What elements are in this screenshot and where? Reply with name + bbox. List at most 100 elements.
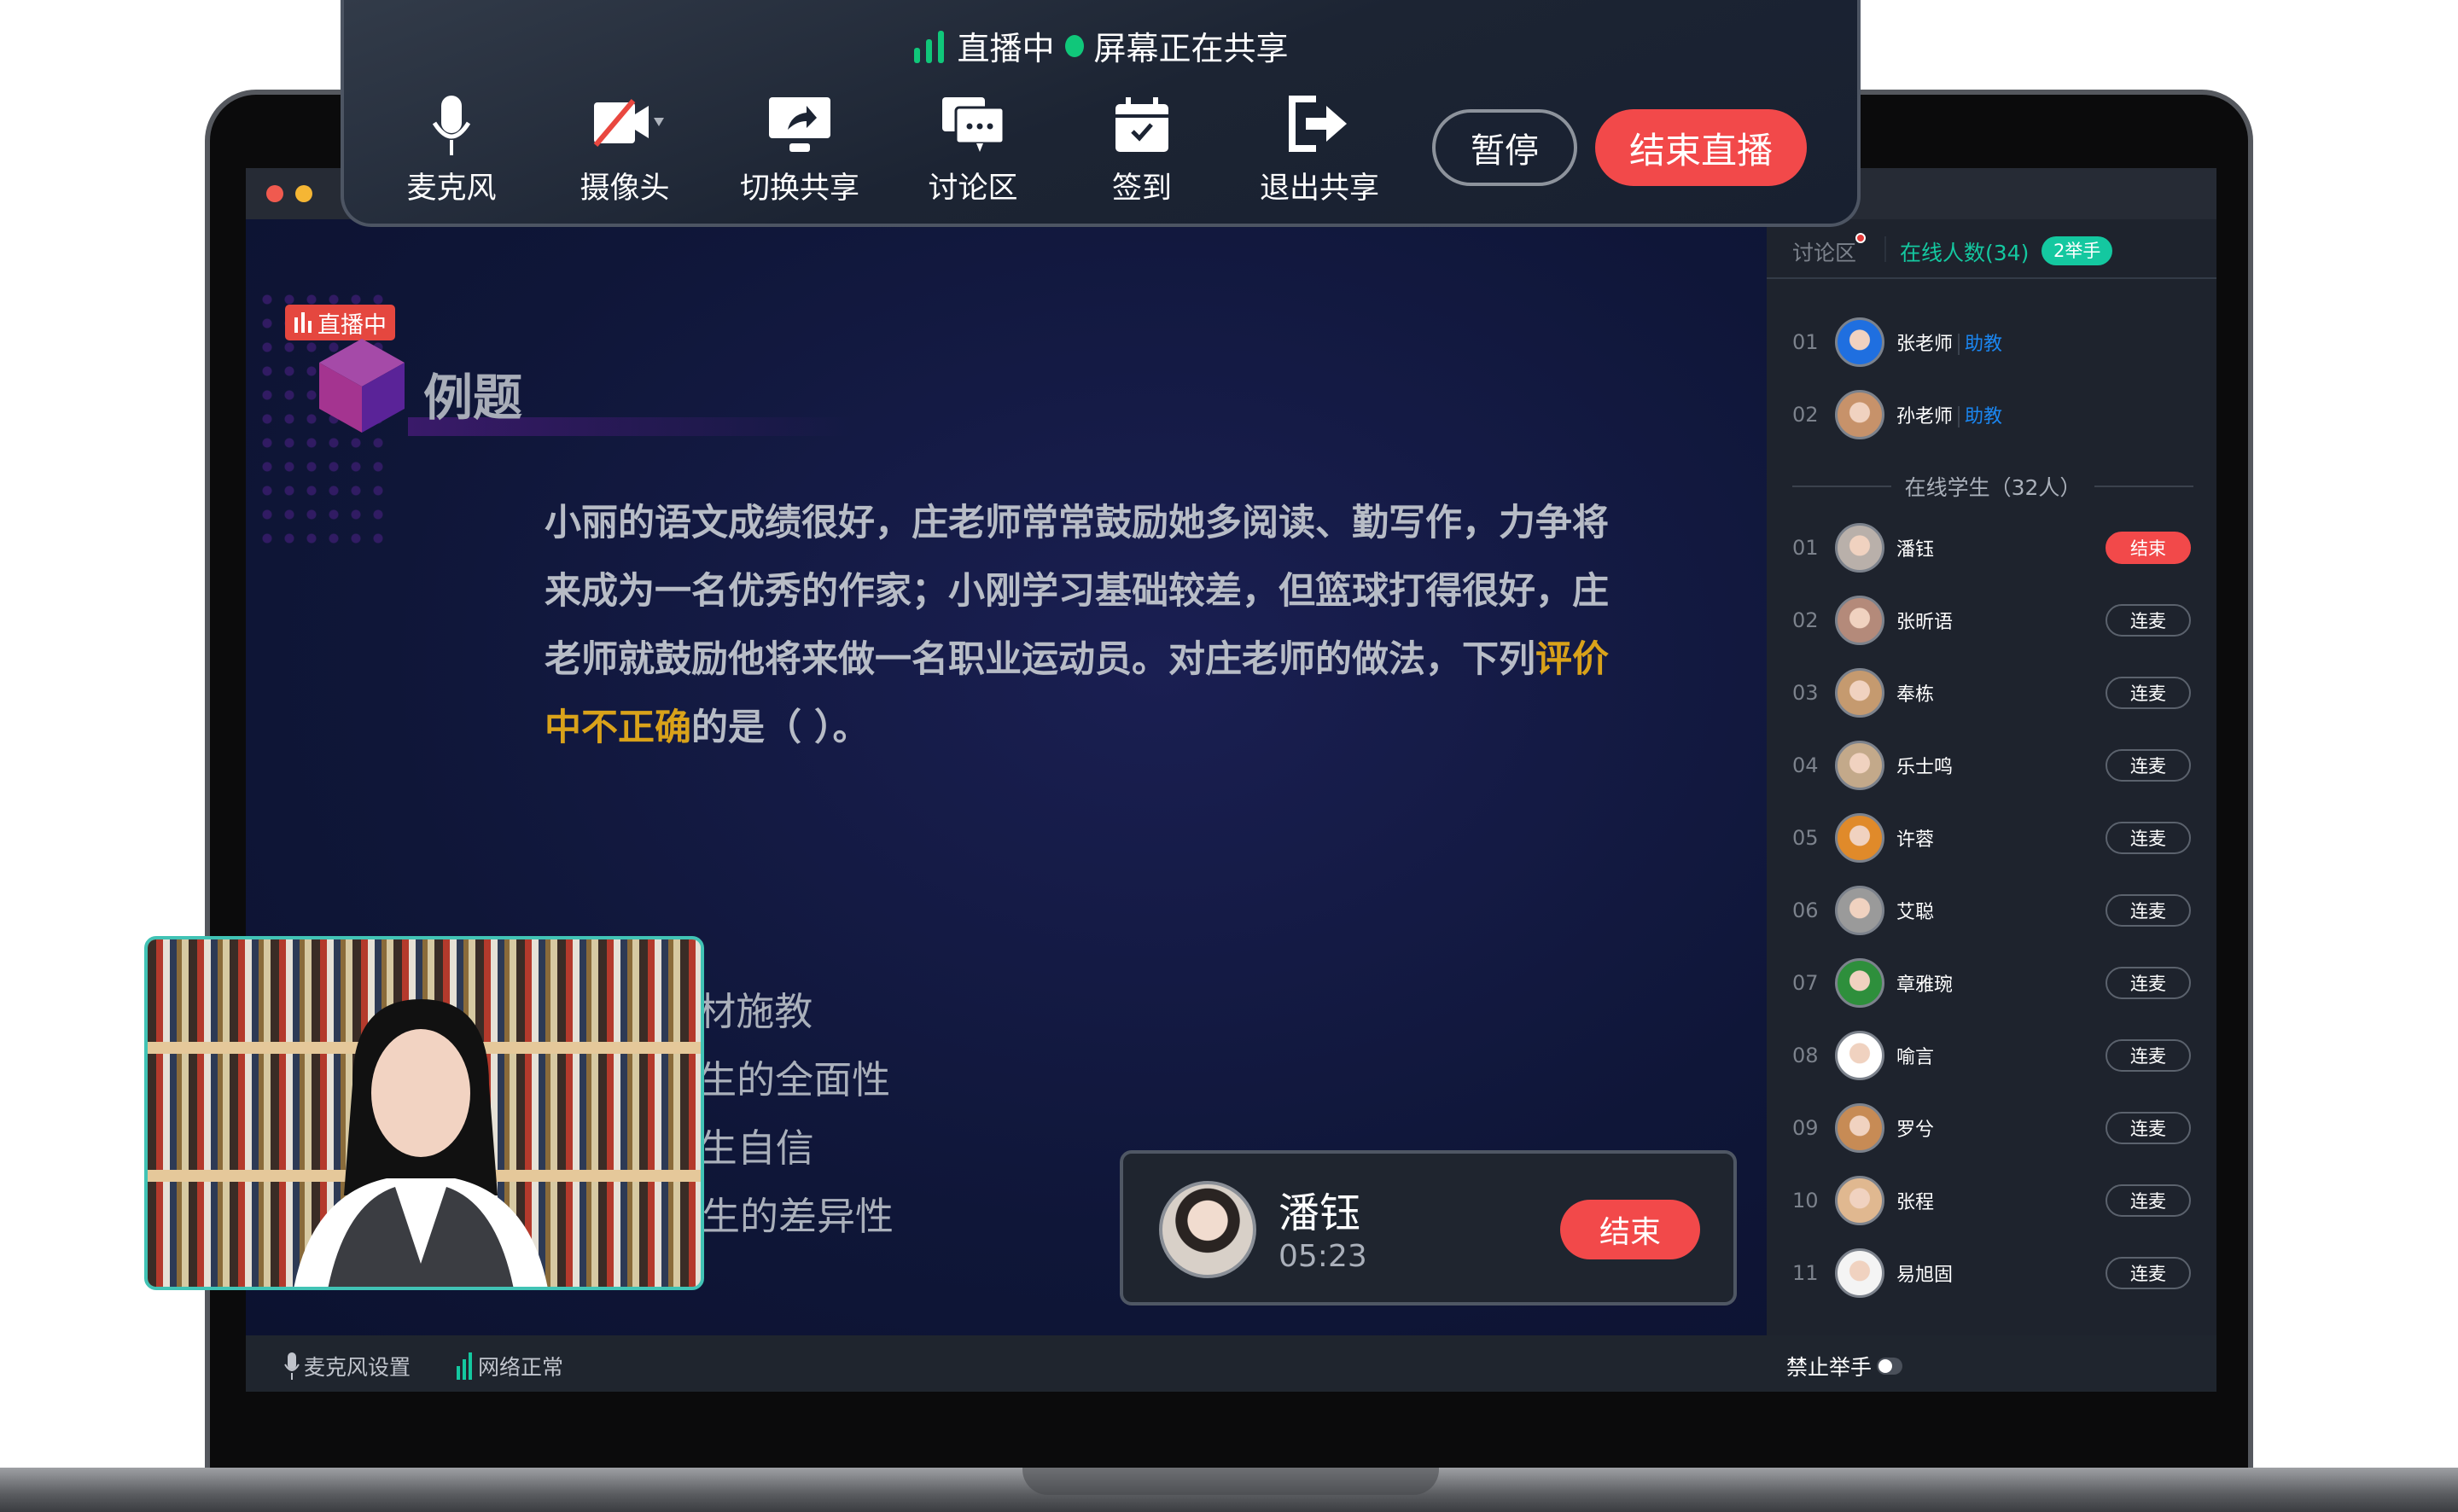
row-number: 02 [1792,403,1819,427]
end-call-button[interactable]: 结束 [1560,1200,1700,1259]
avatar [1835,1103,1884,1153]
sidebar: 讨论区 在线人数(34) 2举手 01 张老师 助教 02 孙老师 助教 在线学生（32人… [1767,219,2216,1335]
row-number: 11 [1792,1261,1819,1285]
raise-hand-badge[interactable]: 2举手 [2042,236,2113,265]
row-number: 05 [1792,826,1819,850]
row-number: 01 [1792,536,1819,560]
row-number: 10 [1792,1189,1819,1213]
calendar-check-icon [1115,97,1168,152]
call-timer: 05:23 [1279,1239,1367,1274]
student-row: 05 许蓉 连麦 [1767,808,2216,868]
student-row: 04 乐士鸣 连麦 [1767,736,2216,795]
connect-mic-button[interactable]: 连麦 [2106,1112,2191,1144]
teacher-row: 01 张老师 助教 [1767,312,2216,372]
ban-raise-toggle[interactable]: 禁止举手 [1786,1351,1903,1381]
connect-mic-button[interactable]: 连麦 [2106,1039,2191,1072]
live-toolbar: 直播中 屏幕正在共享 麦克风 摄像头 切换共享 讨论区 签到 退出共享 暂停 结… [341,0,1861,227]
discussion-button[interactable]: 讨论区 [909,96,1037,207]
pause-button[interactable]: 暂停 [1432,109,1577,186]
signal-icon [294,312,312,333]
tab-chat[interactable]: 讨论区 [1792,236,1856,267]
switch-share-icon [769,97,830,152]
students-header: 在线学生（32人） [1792,471,2193,502]
teacher-camera-video[interactable] [144,936,704,1290]
avatar [1835,523,1884,573]
row-number: 07 [1792,971,1819,995]
avatar [1835,1248,1884,1298]
student-row: 11 易旭固 连麦 [1767,1243,2216,1303]
avatar [1835,596,1884,645]
cube-icon [319,339,405,433]
network-status: 网络正常 [456,1351,563,1381]
row-number: 08 [1792,1044,1819,1067]
microphone-icon [432,96,471,155]
live-tag: 直播中 [285,305,395,340]
row-number: 01 [1792,330,1819,354]
role-label: 助教 [1958,334,2003,355]
connect-mic-button[interactable]: 连麦 [2106,677,2191,709]
row-number: 06 [1792,898,1819,922]
microphone-button[interactable]: 麦克风 [387,96,515,207]
student-row: 09 罗兮 连麦 [1767,1098,2216,1158]
teacher-figure [294,999,548,1287]
student-row: 08 喻言 连麦 [1767,1026,2216,1085]
avatar [1835,741,1884,790]
avatar [1835,958,1884,1008]
exit-share-icon [1289,96,1347,152]
exit-share-button[interactable]: 退出共享 [1255,96,1383,207]
network-signal-icon [457,1352,472,1380]
avatar [1835,1031,1884,1080]
caller-name: 潘钰 [1279,1189,1361,1237]
connect-mic-button[interactable]: 连麦 [2106,967,2191,999]
end-live-button[interactable]: 结束直播 [1595,109,1807,186]
avatar [1835,668,1884,718]
slide-title: 例题 [423,369,523,427]
signal-icon [914,30,945,63]
teacher-name: 孙老师 助教 [1896,406,2003,427]
role-label: 助教 [1958,406,2003,427]
row-number: 03 [1792,681,1819,705]
close-window-button[interactable] [266,185,283,202]
minimize-window-button[interactable] [295,185,312,202]
connect-mic-button[interactable]: 连麦 [2106,604,2191,637]
student-row: 07 章雅琬 连麦 [1767,953,2216,1013]
avatar [1835,1176,1884,1225]
student-row: 03 奉栋 连麦 [1767,663,2216,723]
connect-mic-button[interactable]: 连麦 [2106,822,2191,854]
teacher-row: 02 孙老师 助教 [1767,385,2216,445]
camera-button[interactable]: 摄像头 [561,96,689,207]
avatar [1835,390,1884,439]
active-call-card: 潘钰 05:23 结束 [1120,1150,1737,1306]
laptop-notch [1022,1468,1439,1495]
connect-mic-button[interactable]: 连麦 [2106,1257,2191,1289]
row-number: 09 [1792,1116,1819,1140]
connect-mic-button[interactable]: 连麦 [2106,749,2191,782]
live-tag-label: 直播中 [317,311,387,339]
sidebar-tabs: 讨论区 在线人数(34) 2举手 [1767,219,2216,279]
live-status: 直播中 屏幕正在共享 [344,22,1857,69]
mic-settings-button[interactable]: 麦克风设置 [283,1351,411,1381]
question-text: 小丽的语文成绩很好，庄老师常常鼓励她多阅读、勤写作，力争将来成为一名优秀的作家；… [545,502,1609,749]
switch-share-button[interactable]: 切换共享 [736,96,864,207]
sharing-dot [1064,34,1084,57]
camera-off-icon [593,99,664,147]
unread-dot [1855,233,1866,243]
avatar [1835,317,1884,367]
chat-icon [942,97,1005,152]
tab-divider [1884,236,1886,262]
connect-mic-button[interactable]: 连麦 [2106,894,2191,927]
connect-mic-button[interactable]: 连麦 [2106,1184,2191,1217]
check-in-button[interactable]: 签到 [1078,96,1206,207]
microphone-icon [284,1352,300,1380]
avatar [1835,886,1884,935]
student-row: 06 艾聪 连麦 [1767,881,2216,940]
student-row: 01 潘钰 结束 [1767,518,2216,578]
status-bar: 麦克风设置 网络正常 禁止举手 [246,1335,2216,1392]
end-mic-button[interactable]: 结束 [2106,532,2191,564]
avatar [1835,813,1884,863]
row-number: 02 [1792,608,1819,632]
teacher-name: 张老师 助教 [1896,334,2003,355]
tab-online[interactable]: 在线人数(34) [1900,236,2029,267]
caller-avatar [1159,1181,1256,1278]
row-number: 04 [1792,753,1819,777]
